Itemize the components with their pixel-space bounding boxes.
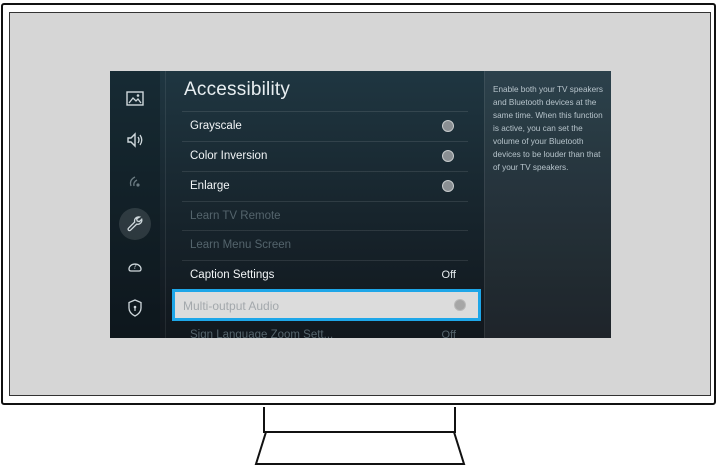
- menu-item-label: Learn Menu Screen: [190, 239, 292, 251]
- tv-stand-base: [254, 431, 466, 465]
- sound-icon[interactable]: [119, 124, 151, 156]
- description-text: Enable both your TV speakers and Bluetoo…: [493, 85, 603, 172]
- menu-item-multi-output-audio[interactable]: Multi-output Audio: [172, 289, 481, 321]
- toggle-indicator: [442, 120, 454, 132]
- menu-item-label: Color Inversion: [190, 150, 268, 162]
- settings-sidebar: ?: [110, 71, 160, 338]
- page-title: Accessibility: [184, 79, 291, 100]
- tv-stand-neck: [263, 407, 456, 433]
- description-panel: Enable both your TV speakers and Bluetoo…: [484, 71, 611, 338]
- support-icon[interactable]: ?: [119, 250, 151, 282]
- menu-item-label: Multi-output Audio: [183, 299, 280, 313]
- picture-icon[interactable]: [119, 83, 151, 115]
- tv-screen: ? Accessibility Grayscale Color Inversio…: [110, 71, 611, 338]
- menu-item-label: Learn TV Remote: [190, 210, 281, 222]
- menu-item-enlarge[interactable]: Enlarge: [182, 171, 468, 200]
- svg-text:?: ?: [133, 263, 137, 271]
- menu-item-label: Grayscale: [190, 120, 242, 132]
- menu-item-label: Sign Language Zoom Sett...: [190, 329, 334, 338]
- toggle-indicator: [454, 299, 466, 311]
- wrench-icon[interactable]: [119, 208, 151, 240]
- toggle-indicator: [442, 180, 454, 192]
- menu-item-grayscale[interactable]: Grayscale: [182, 111, 468, 140]
- menu-item-learn-menu-screen[interactable]: Learn Menu Screen: [182, 230, 468, 259]
- menu-item-caption-settings[interactable]: Caption Settings Off: [182, 260, 468, 289]
- menu-item-label: Enlarge: [190, 180, 230, 192]
- privacy-shield-icon[interactable]: [119, 292, 151, 324]
- menu-item-color-inversion[interactable]: Color Inversion: [182, 141, 468, 170]
- menu-item-learn-tv-remote[interactable]: Learn TV Remote: [182, 201, 468, 230]
- toggle-indicator: [442, 150, 454, 162]
- sidebar-divider: [165, 71, 166, 338]
- menu-item-sign-language-zoom[interactable]: Sign Language Zoom Sett... Off: [182, 324, 468, 338]
- menu-item-value: Off: [441, 329, 456, 338]
- menu-item-label: Caption Settings: [190, 269, 275, 281]
- connection-icon[interactable]: [119, 166, 151, 198]
- menu-item-value: Off: [441, 269, 456, 281]
